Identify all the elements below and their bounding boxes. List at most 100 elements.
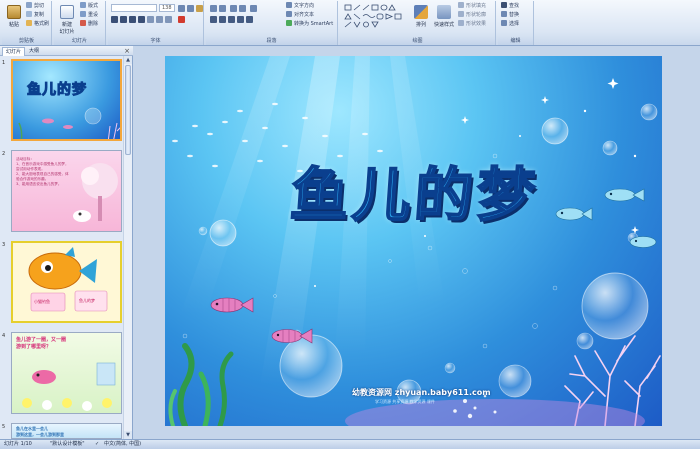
shapes-gallery[interactable] [344,4,402,30]
align-center-icon[interactable] [219,16,226,23]
paste-icon [7,5,21,19]
align-left-icon[interactable] [210,16,217,23]
paragraph-group-label: 段落 [206,37,337,45]
slide-workspace: 鱼儿的梦 幼教资源网 zhyuan.baby611.com 学习资源 共享资源 … [134,46,700,439]
pen-icon [458,11,464,17]
font-size-combo[interactable]: 138 [159,4,175,12]
drawing-group: 排列 快速样式 形状填充 形状轮廓 形状效果 绘图 [340,1,496,45]
shape-effects-button[interactable]: 形状效果 [458,20,486,28]
quick-styles-button[interactable]: 快速样式 [432,3,456,35]
thumbnail-number: 5 [2,424,6,430]
slide-title[interactable]: 鱼儿的梦 [222,148,608,232]
bullets-icon[interactable] [210,5,217,12]
clipboard-group: 粘贴 剪切 复制 格式刷 剪贴板 [2,1,52,45]
watermark-subtext: 学习资源 共享资源 教学资源 课件 [375,399,435,404]
editing-group-label: 编辑 [498,37,533,45]
columns-icon[interactable] [246,16,253,23]
line-spacing-icon[interactable] [250,5,257,12]
editing-group: 查找 替换 选择 编辑 [498,1,534,45]
panel-tabs: 幻灯片 大纲 × [0,46,133,56]
grow-font-icon[interactable] [178,5,185,12]
effects-icon [458,20,464,26]
font-color-icon[interactable] [178,16,185,23]
slides-group-label: 幻灯片 [54,37,105,45]
scroll-down-icon[interactable]: ▼ [124,431,132,439]
numbering-icon[interactable] [219,5,226,12]
thumbnail-text: 鱼儿在水里一会儿 游到这里，一会儿游到那里 [16,426,64,437]
paragraph-group: 文字方向 对齐文本 转换为 SmartArt 段落 [206,1,338,45]
decrease-indent-icon[interactable] [230,5,237,12]
reset-button[interactable]: 重设 [80,11,98,19]
slide-canvas[interactable]: 鱼儿的梦 幼教资源网 zhyuan.baby611.com 学习资源 共享资源 … [165,56,662,426]
close-icon[interactable]: × [124,47,130,55]
font-group-label: 字体 [108,37,203,45]
spacing-icon[interactable] [156,16,163,23]
shadow-icon[interactable] [147,16,154,23]
quick-styles-icon [437,5,451,19]
ribbon: 粘贴 剪切 复制 格式刷 剪贴板 新建 幻灯片 版式 重设 删除 幻灯片 138… [0,0,700,46]
clear-format-icon[interactable] [196,5,203,12]
thumbnail-tree-art [73,163,118,222]
smartart-icon [286,20,292,26]
cursor-icon [501,20,507,26]
underwater-background-art [168,56,661,426]
shape-outline-button[interactable]: 形状轮廓 [458,11,486,19]
delete-button[interactable]: 删除 [80,20,98,28]
thumbnail-number: 2 [2,151,6,157]
reset-icon [80,11,86,17]
find-button[interactable]: 查找 [501,2,519,10]
font-name-combo[interactable] [111,4,157,12]
panel-scrollbar[interactable]: ▲ ▼ [123,56,132,439]
select-button[interactable]: 选择 [501,20,519,28]
slide-thumbnail-3[interactable]: 小猫钓鱼 鱼儿的梦 [11,241,122,323]
layout-button[interactable]: 版式 [80,2,98,10]
slide-thumbnail-5[interactable]: 鱼儿在水里一会儿 游到这里，一会儿游到那里 [11,423,122,439]
thumbnail-number: 1 [2,60,6,66]
format-painter-button[interactable]: 格式刷 [26,20,49,28]
text-direction-icon [286,2,292,8]
align-text-button[interactable]: 对齐文本 [286,11,314,19]
thumbnail-sign-2: 鱼儿的梦 [79,298,95,303]
thumbnail-number: 4 [2,333,6,339]
shape-fill-button[interactable]: 形状填充 [458,2,486,10]
new-slide-icon [60,5,74,19]
scroll-thumb[interactable] [125,65,131,155]
thumbnail-sign-1: 小猫钓鱼 [34,299,50,304]
font-group: 138 字体 [108,1,204,45]
change-case-icon[interactable] [165,16,172,23]
increase-indent-icon[interactable] [239,5,246,12]
italic-icon[interactable] [120,16,127,23]
paste-button[interactable]: 粘贴 [3,3,25,35]
slides-group: 新建 幻灯片 版式 重设 删除 幻灯片 [54,1,106,45]
underline-icon[interactable] [129,16,136,23]
drawing-group-label: 绘图 [340,37,495,45]
new-slide-button[interactable]: 新建 幻灯片 [56,3,78,35]
text-direction-button[interactable]: 文字方向 [286,2,314,10]
thumbnail-underwater-art [18,107,120,139]
theme-status: "默认设计模板" [50,441,85,447]
arrange-button[interactable]: 排列 [410,3,432,35]
strikethrough-icon[interactable] [138,16,145,23]
slide-thumbnail-4[interactable]: 鱼儿游了一圈，又一圈 游到了哪里呀？ [11,332,122,414]
align-right-icon[interactable] [228,16,235,23]
smartart-button[interactable]: 转换为 SmartArt [286,20,333,28]
clipboard-group-label: 剪贴板 [2,37,51,45]
brush-icon [26,20,32,26]
slide-thumbnail-2[interactable]: 活动目标： 1、在音乐游戏中感受鱼儿的梦，尝试用动作表现。 2、能大胆地表现自己… [11,150,122,232]
shrink-font-icon[interactable] [187,5,194,12]
justify-icon[interactable] [237,16,244,23]
slide-thumbnail-1[interactable]: 鱼儿的梦 [11,59,122,141]
slides-panel: 幻灯片 大纲 × 1 鱼儿的梦 2 活动目标： 1、在音乐游戏中感受鱼儿的梦，尝… [0,46,133,439]
replace-button[interactable]: 替换 [501,11,519,19]
copy-button[interactable]: 复制 [26,11,44,19]
slide-count-status: 幻灯片 1/10 [4,441,32,447]
tab-outline[interactable]: 大纲 [26,47,42,56]
arrange-icon [414,5,428,19]
paint-bucket-icon [458,2,464,8]
tab-slides[interactable]: 幻灯片 [2,47,26,56]
scroll-up-icon[interactable]: ▲ [124,56,132,64]
copy-icon [26,11,32,17]
cut-button[interactable]: 剪切 [26,2,44,10]
bold-icon[interactable] [111,16,118,23]
scissors-icon [26,2,32,8]
